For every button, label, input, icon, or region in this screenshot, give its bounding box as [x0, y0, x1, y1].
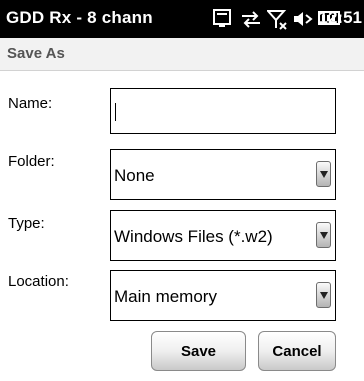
save-button[interactable]: Save [151, 331, 246, 371]
type-value: Windows Files (*.w2) [114, 227, 273, 246]
status-bar: GDD Rx - 8 chann 12:51 [0, 0, 364, 38]
data-sync-icon[interactable] [240, 9, 262, 29]
location-dropdown[interactable]: Main memory [110, 270, 336, 321]
location-value: Main memory [114, 287, 217, 306]
dialog-header: Save As [0, 38, 364, 71]
volume-icon[interactable] [293, 9, 313, 29]
folder-label: Folder: [8, 153, 55, 170]
cancel-button[interactable]: Cancel [258, 331, 336, 371]
type-dropdown-button[interactable] [316, 222, 331, 248]
name-input[interactable] [110, 88, 336, 134]
folder-dropdown[interactable]: None [110, 149, 336, 200]
location-dropdown-button[interactable] [316, 282, 331, 308]
device-icon[interactable] [212, 9, 232, 29]
signal-no-service-icon[interactable] [267, 9, 289, 31]
type-label: Type: [8, 215, 45, 232]
location-label: Location: [8, 273, 69, 290]
chevron-down-icon [320, 292, 328, 299]
page-title: Save As [7, 45, 65, 62]
chevron-down-icon [320, 171, 328, 178]
clock: 12:51 [318, 8, 362, 27]
chevron-down-icon [320, 232, 328, 239]
name-label: Name: [8, 95, 53, 112]
type-dropdown[interactable]: Windows Files (*.w2) [110, 210, 336, 261]
app-title: GDD Rx - 8 chann [6, 8, 153, 27]
text-caret [115, 103, 116, 121]
folder-value: None [114, 166, 155, 185]
folder-dropdown-button[interactable] [316, 161, 331, 187]
